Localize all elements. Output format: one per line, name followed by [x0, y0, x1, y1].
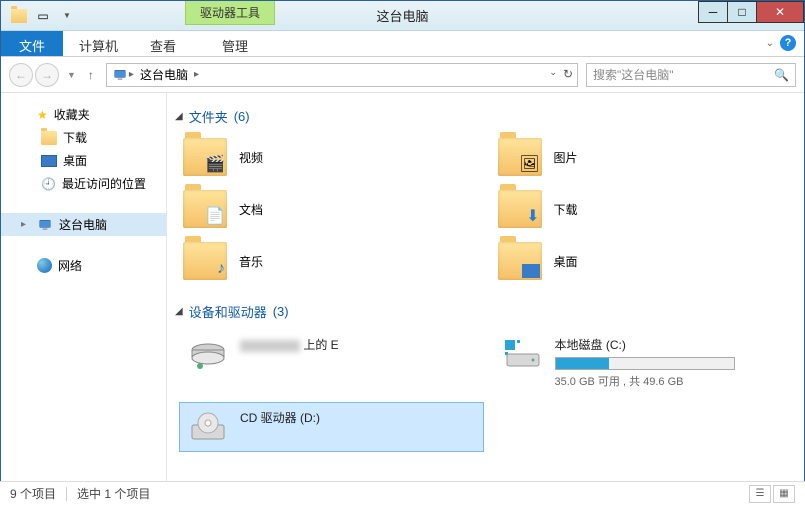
drive-label: CD 驱动器 (D:) — [240, 409, 477, 426]
folder-downloads[interactable]: ⬇ 下载 — [494, 186, 799, 232]
search-icon: 🔍 — [774, 68, 789, 82]
navigation-pane: ★ 收藏夹 下载 桌面 🕘 最近访问的位置 ▸ 这台电脑 — [1, 93, 167, 481]
ribbon-file-tab[interactable]: 文件 — [1, 31, 63, 56]
view-details-button[interactable]: ☰ — [749, 485, 771, 503]
tree-label: 下载 — [63, 129, 87, 146]
group-header-folders[interactable]: ◢ 文件夹 (6) — [173, 103, 798, 134]
ribbon-tab-manage[interactable]: 管理 — [206, 31, 264, 56]
cd-drive-icon — [186, 409, 230, 445]
folder-label: 下载 — [554, 201, 578, 218]
star-icon: ★ — [37, 108, 48, 122]
folder-desktop[interactable]: 桌面 — [494, 238, 799, 284]
folder-music[interactable]: ♪ 音乐 — [179, 238, 484, 284]
status-item-count: 9 个项目 — [10, 485, 56, 502]
folder-icon — [41, 131, 57, 145]
tree-desktop[interactable]: 桌面 — [1, 149, 166, 172]
search-input[interactable]: 搜索"这台电脑" 🔍 — [586, 63, 796, 87]
collapse-caret-icon: ◢ — [175, 306, 183, 317]
help-icon[interactable]: ? — [780, 35, 796, 51]
drive-local-c[interactable]: 本地磁盘 (C:) 35.0 GB 可用 , 共 49.6 GB — [494, 329, 799, 396]
navigation-bar: ← → ▼ ↑ ▸ 这台电脑 ▸ ⌄ ↻ 搜索"这台电脑" 🔍 — [1, 57, 804, 93]
quick-access-toolbar: ▭ ▼ — [1, 5, 79, 27]
group-title: 设备和驱动器 — [189, 302, 267, 321]
qat-properties-icon[interactable]: ▭ — [31, 5, 55, 27]
refresh-icon[interactable]: ↻ — [563, 67, 573, 81]
status-selected-count: 选中 1 个项目 — [77, 485, 150, 502]
folder-videos[interactable]: 🎬 视频 — [179, 134, 484, 180]
folder-icon: 🖼 — [498, 138, 542, 176]
collapse-caret-icon: ◢ — [175, 111, 183, 122]
search-placeholder: 搜索"这台电脑" — [593, 66, 674, 83]
view-icons-button[interactable]: ▦ — [773, 485, 795, 503]
recent-icon: 🕘 — [41, 177, 56, 191]
network-drive-icon — [186, 336, 230, 372]
status-bar: 9 个项目 选中 1 个项目 ☰ ▦ — [0, 481, 805, 505]
folder-documents[interactable]: 📄 文档 — [179, 186, 484, 232]
content-pane: ◢ 文件夹 (6) 🎬 视频 🖼 图片 📄 文档 ⬇ 下载 ♪ 音乐 桌面 ◢ 设备和驱动… — [167, 93, 804, 481]
nav-forward-button[interactable]: → — [35, 63, 59, 87]
drive-label: 上的 E — [240, 336, 477, 353]
contextual-tab-drivetools[interactable]: 驱动器工具 — [185, 1, 275, 25]
address-bar[interactable]: ▸ 这台电脑 ▸ ⌄ ↻ — [106, 63, 578, 87]
drive-cd-d[interactable]: CD 驱动器 (D:) — [179, 402, 484, 452]
breadcrumb-root[interactable]: 这台电脑 — [134, 66, 194, 83]
group-title: 文件夹 — [189, 107, 228, 126]
maximize-button[interactable]: □ — [727, 1, 757, 23]
tree-label: 最近访问的位置 — [62, 175, 146, 192]
tree-thispc[interactable]: ▸ 这台电脑 — [1, 213, 166, 236]
tree-label: 网络 — [58, 257, 82, 274]
window-controls: ─ □ ✕ — [699, 1, 804, 23]
ribbon-expand-icon[interactable]: ⌄ — [766, 38, 774, 49]
folder-label: 音乐 — [239, 253, 263, 270]
qat-system-icon[interactable] — [7, 5, 31, 27]
tree-network[interactable]: 网络 — [1, 254, 166, 277]
folder-label: 视频 — [239, 149, 263, 166]
group-count: (6) — [234, 109, 250, 124]
address-pc-icon — [111, 66, 129, 84]
folder-label: 文档 — [239, 201, 263, 218]
address-dropdown-icon[interactable]: ⌄ — [549, 67, 557, 81]
nav-back-button[interactable]: ← — [9, 63, 33, 87]
pc-icon — [37, 218, 53, 232]
address-chevron[interactable]: ▸ — [194, 69, 199, 80]
minimize-button[interactable]: ─ — [698, 1, 728, 23]
group-count: (3) — [273, 304, 289, 319]
ribbon-tabs: 文件 计算机 查看 管理 ⌄ ? — [1, 31, 804, 57]
group-header-drives[interactable]: ◢ 设备和驱动器 (3) — [173, 298, 798, 329]
nav-up-button[interactable]: ↑ — [84, 68, 98, 82]
desktop-icon — [41, 155, 57, 167]
folder-icon: ♪ — [183, 242, 227, 280]
tree-label: 这台电脑 — [59, 216, 107, 233]
folder-pictures[interactable]: 🖼 图片 — [494, 134, 799, 180]
ribbon-tab-computer[interactable]: 计算机 — [63, 31, 134, 56]
window-title: 这台电脑 — [1, 6, 804, 25]
folder-label: 图片 — [554, 149, 578, 166]
folder-icon: ⬇ — [498, 190, 542, 228]
drive-usage-text: 35.0 GB 可用 , 共 49.6 GB — [555, 373, 792, 389]
qat-dropdown-icon[interactable]: ▼ — [55, 5, 79, 27]
close-button[interactable]: ✕ — [756, 1, 804, 23]
caret-icon: ▸ — [21, 219, 31, 230]
drive-network-e[interactable]: 上的 E — [179, 329, 484, 396]
ribbon-tab-view[interactable]: 查看 — [134, 31, 192, 56]
tree-label: 收藏夹 — [54, 106, 90, 123]
drive-label: 本地磁盘 (C:) — [555, 336, 792, 353]
tree-label: 桌面 — [63, 152, 87, 169]
nav-history-dropdown[interactable]: ▼ — [67, 70, 76, 80]
folder-icon — [498, 242, 542, 280]
tree-downloads[interactable]: 下载 — [1, 126, 166, 149]
local-disk-icon — [501, 336, 545, 372]
main-area: ★ 收藏夹 下载 桌面 🕘 最近访问的位置 ▸ 这台电脑 — [1, 93, 804, 481]
drive-usage-bar — [555, 357, 735, 370]
network-icon — [37, 258, 52, 273]
title-bar: ▭ ▼ 驱动器工具 这台电脑 ─ □ ✕ — [1, 1, 804, 31]
folder-label: 桌面 — [554, 253, 578, 270]
folder-icon: 📄 — [183, 190, 227, 228]
tree-favorites[interactable]: ★ 收藏夹 — [1, 103, 166, 126]
tree-recent[interactable]: 🕘 最近访问的位置 — [1, 172, 166, 195]
folder-icon: 🎬 — [183, 138, 227, 176]
